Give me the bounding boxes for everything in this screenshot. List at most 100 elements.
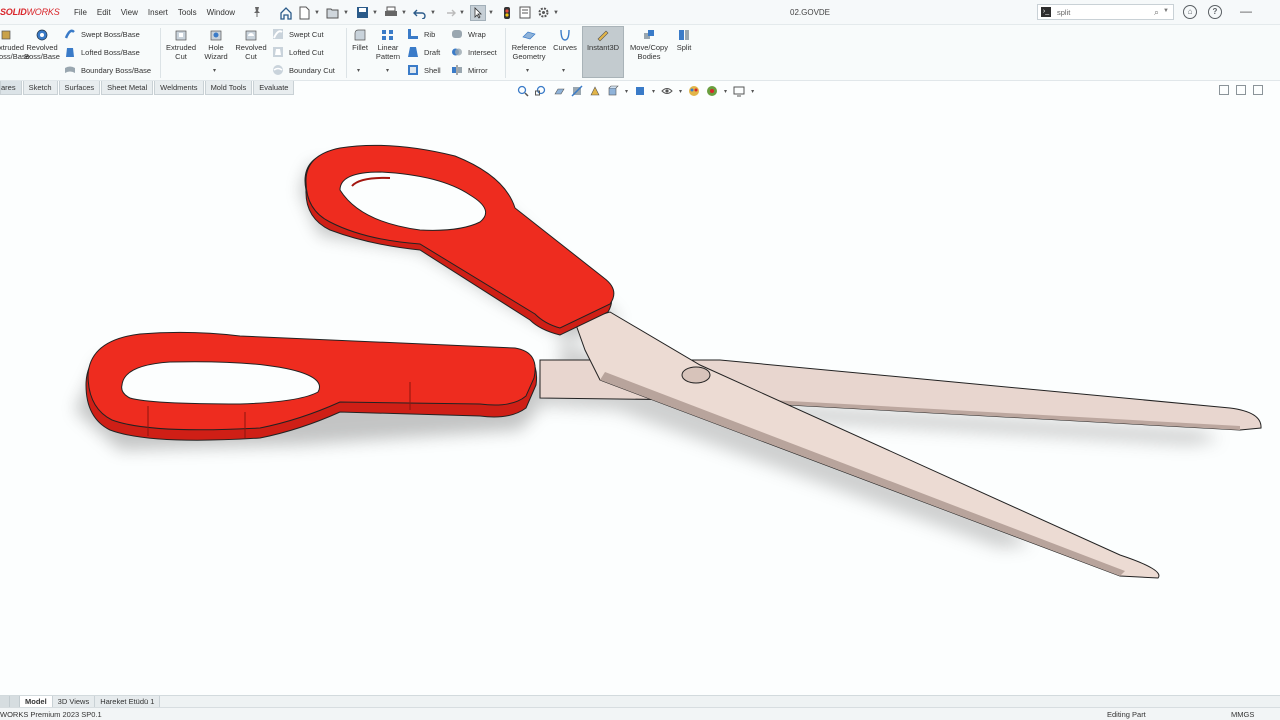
rib-button[interactable]: Rib <box>407 26 435 42</box>
menu-insert[interactable]: Insert <box>148 8 168 17</box>
tile-view-icon[interactable] <box>1236 85 1246 95</box>
swept-cut-button[interactable]: Swept Cut <box>272 26 324 42</box>
zoom-to-area-icon[interactable] <box>535 85 547 97</box>
split-button[interactable]: Split <box>673 28 695 52</box>
extruded-cut-button[interactable]: Extruded Cut <box>163 28 199 61</box>
select-cursor-icon[interactable] <box>470 4 486 21</box>
instant3d-button[interactable]: Instant3D <box>582 28 624 52</box>
tab-motion-study[interactable]: Hareket Etüdü 1 <box>95 696 161 707</box>
draft-button[interactable]: Draft <box>407 44 440 60</box>
revolved-cut-button[interactable]: Revolved Cut <box>233 28 269 61</box>
linear-pattern-button[interactable]: Linear Pattern <box>372 28 404 61</box>
chevron-down-icon[interactable]: ▾ <box>386 67 389 74</box>
tab-model[interactable]: Model <box>20 696 53 707</box>
open-folder-icon[interactable] <box>325 5 341 21</box>
chevron-down-icon[interactable]: ▼ <box>372 10 378 16</box>
extruded-boss-button[interactable]: Extruded Boss/Base <box>0 28 30 61</box>
chevron-down-icon[interactable]: ▾ <box>357 67 360 74</box>
rebuild-icon[interactable] <box>499 5 515 21</box>
mirror-button[interactable]: Mirror <box>451 62 488 78</box>
save-icon[interactable] <box>354 5 370 21</box>
chevron-down-icon[interactable]: ▼ <box>343 10 349 16</box>
view-settings-icon[interactable] <box>733 85 745 97</box>
wrap-button[interactable]: Wrap <box>451 26 486 42</box>
zoom-to-fit-icon[interactable] <box>517 85 529 97</box>
revolved-boss-button[interactable]: Revolved Boss/Base <box>22 28 62 61</box>
chevron-down-icon[interactable]: ▼ <box>488 10 494 16</box>
chevron-down-icon[interactable]: ▼ <box>401 10 407 16</box>
tab-scroll-right-icon[interactable] <box>10 696 20 707</box>
menu-tools[interactable]: Tools <box>178 8 197 17</box>
loft-icon <box>66 48 74 57</box>
previous-view-icon[interactable] <box>553 85 565 97</box>
tab-sketch[interactable]: Sketch <box>22 81 58 95</box>
search-input[interactable]: ›_ split ⌕ ▼ <box>1037 4 1174 20</box>
shell-button[interactable]: Shell <box>407 62 441 78</box>
new-document-icon[interactable] <box>296 5 312 21</box>
chevron-down-icon[interactable]: ▾ <box>724 88 727 95</box>
fillet-icon <box>354 29 366 41</box>
tab-features[interactable]: ares <box>0 81 22 95</box>
units-indicator[interactable]: MMGS <box>1231 710 1254 719</box>
solidworks-logo[interactable]: SOLIDWORKS <box>0 7 60 17</box>
graphics-area[interactable] <box>0 98 1280 694</box>
home-icon[interactable] <box>278 5 294 21</box>
move-copy-bodies-button[interactable]: Move/Copy Bodies <box>627 28 671 61</box>
menu-view[interactable]: View <box>121 8 138 17</box>
hide-show-items-icon[interactable] <box>661 85 673 97</box>
boundary-cut-button[interactable]: Boundary Cut <box>272 62 335 78</box>
linear-pattern-label: Linear Pattern <box>375 43 401 61</box>
chevron-down-icon[interactable]: ▾ <box>652 88 655 95</box>
edit-appearance-icon[interactable] <box>688 85 700 97</box>
curves-button[interactable]: Curves <box>551 28 579 52</box>
menu-window[interactable]: Window <box>207 8 235 17</box>
tab-evaluate[interactable]: Evaluate <box>253 81 295 95</box>
tab-mold-tools[interactable]: Mold Tools <box>204 81 253 95</box>
print-icon[interactable] <box>383 5 399 21</box>
pin-icon[interactable] <box>252 6 262 18</box>
menu-file[interactable]: File <box>74 8 87 17</box>
lofted-cut-button[interactable]: Lofted Cut <box>272 44 324 60</box>
chevron-down-icon[interactable]: ▼ <box>430 10 436 16</box>
apply-scene-icon[interactable] <box>706 85 718 97</box>
swept-boss-button[interactable]: Swept Boss/Base <box>64 26 140 42</box>
chevron-down-icon[interactable]: ▼ <box>459 10 465 16</box>
user-account-icon[interactable]: ⌂ <box>1183 5 1197 19</box>
gear-icon[interactable] <box>535 5 551 21</box>
search-icon[interactable]: ⌕ <box>1154 7 1159 18</box>
file-properties-icon[interactable] <box>517 5 533 21</box>
dynamic-annotation-icon[interactable] <box>589 85 601 97</box>
chevron-down-icon[interactable]: ▼ <box>553 10 559 16</box>
tab-surfaces[interactable]: Surfaces <box>58 81 101 95</box>
fillet-button[interactable]: Fillet <box>349 28 371 52</box>
tab-sheet-metal[interactable]: Sheet Metal <box>101 81 154 95</box>
view-orientation-icon[interactable] <box>607 85 619 97</box>
display-style-icon[interactable] <box>634 85 646 97</box>
chevron-down-icon[interactable]: ▾ <box>213 67 216 74</box>
lofted-boss-button[interactable]: Lofted Boss/Base <box>64 44 140 60</box>
help-icon[interactable]: ? <box>1208 5 1222 19</box>
section-view-icon[interactable] <box>571 85 583 97</box>
chevron-down-icon[interactable]: ▾ <box>625 88 628 95</box>
tab-3d-views[interactable]: 3D Views <box>52 696 96 707</box>
undo-icon[interactable] <box>412 5 428 21</box>
menu-edit[interactable]: Edit <box>97 8 111 17</box>
chevron-down-icon[interactable]: ▼ <box>1163 8 1169 14</box>
tab-scroll-left-icon[interactable] <box>0 696 10 707</box>
intersect-button[interactable]: Intersect <box>451 44 497 60</box>
close-document-icon[interactable] <box>1253 85 1263 95</box>
chevron-down-icon[interactable]: ▾ <box>562 67 565 74</box>
chevron-down-icon[interactable]: ▾ <box>679 88 682 95</box>
boundary-boss-button[interactable]: Boundary Boss/Base <box>64 62 151 78</box>
chevron-down-icon[interactable]: ▾ <box>751 88 754 95</box>
chevron-down-icon[interactable]: ▼ <box>314 10 320 16</box>
scissors-model[interactable] <box>0 98 1280 694</box>
restore-view-icon[interactable] <box>1219 85 1229 95</box>
reference-geometry-button[interactable]: Reference Geometry <box>508 28 550 61</box>
boundary-boss-label: Boundary Boss/Base <box>81 65 152 75</box>
chevron-down-icon[interactable]: ▾ <box>526 67 529 74</box>
hole-wizard-button[interactable]: Hole Wizard <box>200 28 232 61</box>
redo-icon[interactable] <box>441 5 457 21</box>
tab-weldments[interactable]: Weldments <box>154 81 204 95</box>
minimize-icon[interactable]: — <box>1240 4 1252 18</box>
